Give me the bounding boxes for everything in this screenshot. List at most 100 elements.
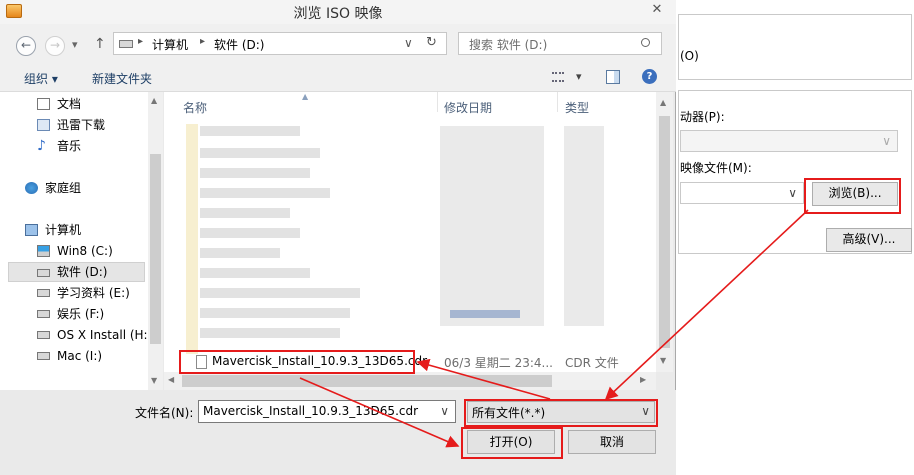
- scroll-up-arrow[interactable]: ▲: [151, 96, 157, 105]
- filename-field[interactable]: Mavercisk_Install_10.9.3_13D65.cdr ∨: [198, 400, 456, 423]
- scroll-left-arrow: ◀: [168, 375, 175, 384]
- windows-drive-icon: [37, 245, 50, 257]
- column-separator: [557, 92, 558, 112]
- homegroup-icon: [25, 182, 38, 194]
- title-bar: 浏览 ISO 映像 ✕: [0, 0, 676, 24]
- file-type: CDR 文件: [565, 356, 619, 370]
- drive-icon: [37, 310, 50, 318]
- image-file-label: 映像文件(M):: [680, 161, 752, 175]
- drive-icon: [119, 40, 133, 48]
- chevron-down-icon[interactable]: ∨: [440, 404, 449, 418]
- highlight-filetype: [464, 399, 658, 427]
- computer-icon: [25, 224, 38, 236]
- search-box[interactable]: 搜索 软件 (D:): [458, 32, 662, 55]
- column-header-type[interactable]: 类型: [565, 99, 589, 116]
- forward-button[interactable]: →: [45, 36, 65, 56]
- drive-label: 动器(P):: [680, 110, 725, 124]
- download-folder-icon: [37, 119, 50, 131]
- address-bar[interactable]: ▸ 计算机 ▸ 软件 (D:) ∨ ↻: [113, 32, 447, 55]
- sidebar-item-win8-c[interactable]: Win8 (C:): [0, 241, 146, 261]
- sidebar-item-xunlei-downloads[interactable]: 迅雷下载: [0, 115, 146, 135]
- back-button[interactable]: ←: [16, 36, 36, 56]
- scroll-down-arrow[interactable]: ▼: [151, 376, 157, 385]
- sidebar-item-study-e[interactable]: 学习资料 (E:): [0, 283, 146, 303]
- blurred-row: [200, 308, 350, 318]
- close-button[interactable]: ✕: [640, 0, 674, 20]
- sidebar-scrollbar[interactable]: ▲ ▼: [148, 92, 163, 390]
- highlight-file-row: [179, 350, 415, 374]
- organize-button[interactable]: 组织 ▾: [24, 70, 58, 87]
- blurred-row: [200, 288, 360, 298]
- sidebar-item-entertainment-f[interactable]: 娱乐 (F:): [0, 304, 146, 324]
- blurred-row: [200, 328, 340, 338]
- blurred-row: [200, 126, 300, 136]
- blurred-dates: [440, 126, 544, 326]
- help-icon[interactable]: ?: [642, 69, 657, 84]
- scroll-thumb[interactable]: [150, 154, 161, 344]
- sort-ascending-icon: ▲: [302, 92, 309, 101]
- blurred-row: [200, 268, 310, 278]
- drive-icon: [37, 331, 50, 339]
- up-button[interactable]: ↑: [94, 36, 106, 52]
- drive-icon: [37, 289, 50, 297]
- column-header-name[interactable]: 名称: [183, 99, 207, 116]
- scroll-down-arrow: ▼: [660, 356, 667, 365]
- address-dropdown-icon[interactable]: ∨: [404, 36, 413, 50]
- column-header-modified[interactable]: 修改日期: [444, 99, 492, 116]
- filename-input[interactable]: Mavercisk_Install_10.9.3_13D65.cdr: [203, 404, 418, 418]
- breadcrumb-drive-d[interactable]: 软件 (D:): [214, 36, 264, 53]
- breadcrumb-separator: ▸: [200, 36, 206, 47]
- blurred-row: [200, 248, 280, 258]
- view-dropdown-icon[interactable]: ▾: [576, 70, 582, 83]
- scroll-up-arrow: ▲: [660, 98, 667, 107]
- chevron-down-icon: ∨: [788, 186, 797, 200]
- navigation-pane: 文档 迅雷下载 ♪ 音乐 家庭组 计算机 Win8 (C:) 软件 (D:) 学: [0, 92, 163, 390]
- blurred-row: [200, 188, 330, 198]
- highlight-browse-button: [804, 178, 901, 214]
- background-dialog: (O) 动器(P): ∨ 映像文件(M): ∨ 浏览(B)... 高级(V)..…: [676, 0, 914, 475]
- sidebar-item-documents[interactable]: 文档: [0, 94, 146, 114]
- command-toolbar: 组织 ▾ 新建文件夹 ▾ ?: [0, 66, 676, 92]
- dialog-title: 浏览 ISO 映像: [293, 6, 383, 22]
- breadcrumb-separator: ▸: [138, 36, 144, 47]
- preview-pane-icon[interactable]: [606, 70, 620, 84]
- drive-select[interactable]: ∨: [680, 130, 898, 152]
- scroll-right-arrow: ▶: [640, 375, 647, 384]
- file-list-horizontal-scrollbar[interactable]: ◀ ▶: [164, 372, 656, 390]
- document-icon: [37, 98, 50, 110]
- blurred-row: [200, 148, 320, 158]
- scroll-thumb[interactable]: [182, 375, 552, 387]
- background-panel-top: [678, 14, 912, 80]
- column-separator: [437, 92, 438, 112]
- breadcrumb-computer[interactable]: 计算机: [152, 36, 188, 53]
- navigation-bar: ← → ▾ ↑ ▸ 计算机 ▸ 软件 (D:) ∨ ↻ 搜索 软件 (D:): [0, 24, 676, 66]
- file-list-vertical-scrollbar[interactable]: ▲ ▼: [656, 92, 673, 372]
- highlight-open-button: [461, 427, 563, 459]
- image-file-select[interactable]: ∨: [680, 182, 804, 204]
- sidebar-item-software-d[interactable]: 软件 (D:): [8, 262, 145, 282]
- blurred-icons: [186, 124, 198, 354]
- advanced-button[interactable]: 高级(V)...: [826, 228, 912, 252]
- view-options-icon[interactable]: [552, 72, 564, 82]
- option-o-label: (O): [680, 49, 699, 63]
- file-list[interactable]: Mavercisk_Install_10.9.3_13D65.cdr 06/3 …: [164, 92, 658, 372]
- blurred-row: [200, 168, 310, 178]
- refresh-icon[interactable]: ↻: [426, 35, 437, 50]
- blurred-row: [200, 228, 300, 238]
- drive-icon: [37, 352, 50, 360]
- recent-locations-dropdown[interactable]: ▾: [72, 38, 78, 51]
- sidebar-item-osx-install-h[interactable]: OS X Install (H:): [0, 325, 152, 345]
- sidebar-item-mac-i[interactable]: Mac (I:): [0, 346, 146, 366]
- cancel-button[interactable]: 取消: [568, 430, 656, 454]
- music-icon: ♪: [37, 138, 46, 154]
- blurred-row: [450, 310, 520, 318]
- blurred-types: [564, 126, 604, 326]
- scroll-thumb[interactable]: [659, 116, 670, 348]
- blurred-row: [200, 208, 290, 218]
- search-icon: [641, 38, 650, 47]
- sidebar-item-homegroup[interactable]: 家庭组: [0, 178, 146, 198]
- sidebar-item-music[interactable]: ♪ 音乐: [0, 136, 146, 156]
- search-input[interactable]: 搜索 软件 (D:): [469, 36, 547, 53]
- new-folder-button[interactable]: 新建文件夹: [92, 70, 152, 87]
- sidebar-item-computer[interactable]: 计算机: [0, 220, 146, 240]
